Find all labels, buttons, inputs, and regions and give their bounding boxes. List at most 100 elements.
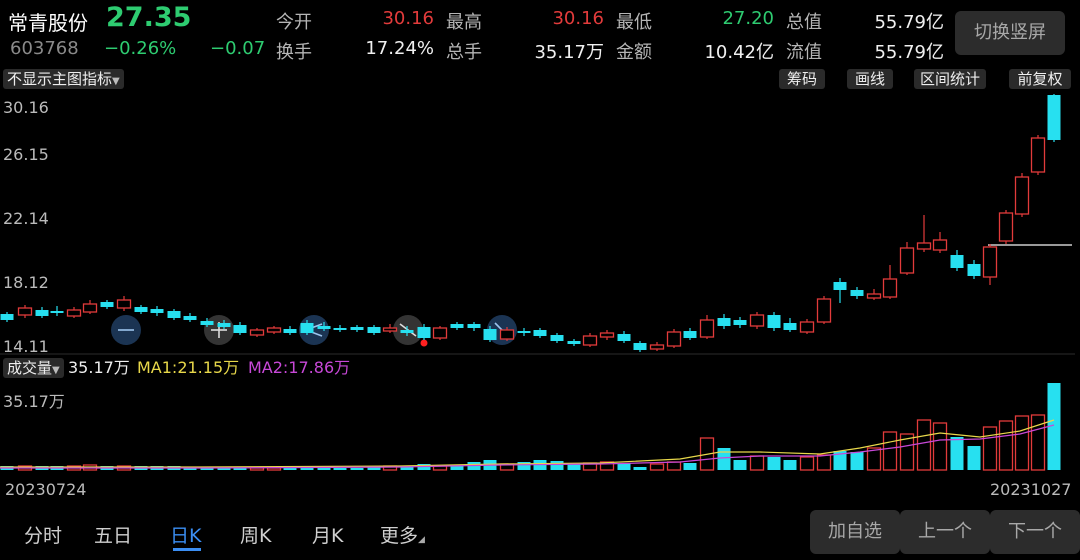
candle-body (899, 247, 915, 274)
kline-chart[interactable] (0, 0, 1080, 480)
volume-bar (1014, 415, 1030, 471)
candle-body (432, 327, 448, 339)
candle-body (367, 327, 381, 333)
previous-button[interactable]: 上一个 (900, 510, 990, 554)
candle-body (382, 327, 398, 332)
volume-ma1: MA1:21.15万 (137, 358, 240, 377)
candle-body (249, 329, 265, 336)
volume-bar (749, 455, 765, 471)
candle-body (283, 329, 297, 333)
candle-body (116, 299, 132, 309)
candle-body (666, 331, 682, 347)
marker-circle[interactable] (111, 315, 141, 345)
candle-body (183, 316, 197, 320)
candle-body (950, 255, 964, 268)
tab-five-day[interactable]: 五日 (94, 521, 132, 548)
candle-body (1014, 176, 1030, 215)
volume-bar (998, 420, 1014, 471)
candle-body (17, 307, 33, 316)
candle-body (400, 330, 414, 333)
corner-arrow-icon: ◢ (418, 535, 425, 545)
candle-body (134, 307, 148, 312)
candle-body (1030, 137, 1046, 173)
candle-body (633, 343, 647, 350)
candle-body (699, 319, 715, 338)
candle-body (717, 318, 731, 326)
volume-bar (333, 468, 347, 470)
candle-body (1047, 95, 1061, 140)
end-date: 20231027 (990, 480, 1072, 499)
add-watchlist-button[interactable]: 加自选 (810, 510, 900, 554)
candle-body (932, 239, 948, 251)
volume-bar (666, 461, 682, 471)
volume-bar (649, 463, 665, 471)
volume-bar (816, 454, 832, 471)
candle-body (683, 331, 697, 338)
candle-body (317, 326, 331, 329)
candle-body (767, 315, 781, 328)
candle-body (866, 293, 882, 299)
candle-body (749, 314, 765, 327)
candle-body (916, 242, 932, 250)
volume-bar (932, 422, 948, 471)
candle-body (200, 321, 214, 325)
candle-body (217, 323, 231, 327)
volume-bar (950, 437, 964, 470)
candle-body (799, 321, 815, 333)
volume-indicator-select[interactable]: 成交量▼ (3, 358, 64, 378)
candle-body (167, 311, 181, 318)
next-button[interactable]: 下一个 (990, 510, 1080, 554)
volume-bar (783, 460, 797, 470)
volume-bar (283, 468, 297, 470)
candle-body (35, 310, 49, 316)
volume-bar (882, 431, 898, 471)
candle-body (599, 332, 615, 338)
candle-body (567, 341, 581, 344)
tab-intraday[interactable]: 分时 (24, 521, 62, 548)
volume-indicator-label: 成交量 (7, 359, 53, 377)
tab-daily-k[interactable]: 日K (170, 521, 201, 548)
candle-body (450, 324, 464, 328)
candle-body (0, 314, 14, 320)
tab-more-label: 更多 (380, 525, 419, 547)
candle-body (733, 320, 747, 325)
candle-body (967, 264, 981, 276)
candle-body (300, 323, 314, 333)
tab-weekly-k[interactable]: 周K (240, 521, 271, 548)
candle-body (233, 325, 247, 333)
volume-bar (916, 419, 932, 471)
event-dot (420, 339, 428, 347)
candle-body (617, 334, 631, 341)
candle-body (483, 329, 497, 340)
candle-body (882, 278, 898, 298)
volume-current: 35.17万 (68, 358, 130, 377)
marker-circle[interactable] (204, 315, 234, 345)
candle-body (417, 327, 431, 338)
active-tab-indicator (173, 548, 201, 551)
volume-bar (733, 460, 747, 470)
candle-body (998, 212, 1014, 242)
dropdown-arrow-icon: ▼ (52, 365, 60, 376)
volume-bar (266, 467, 282, 471)
candle-body (517, 331, 531, 333)
volume-bar (982, 426, 998, 471)
volume-bar (683, 463, 697, 470)
volume-bar (767, 457, 781, 470)
volume-bar (550, 461, 564, 470)
tab-more[interactable]: 更多◢ (380, 521, 425, 548)
volume-bar (850, 452, 864, 470)
tab-monthly-k[interactable]: 月K (312, 521, 343, 548)
candle-body (649, 344, 665, 350)
candle-body (499, 329, 515, 340)
volume-bar (717, 448, 731, 470)
volume-bar (967, 446, 981, 470)
candle-body (66, 309, 82, 317)
candle-body (150, 309, 164, 313)
volume-max-label: 35.17万 (3, 392, 65, 411)
volume-bar (799, 456, 815, 471)
candle-body (350, 327, 364, 330)
candle-body (467, 324, 481, 328)
volume-bar (350, 468, 364, 470)
start-date: 20230724 (5, 480, 87, 499)
volume-ma2: MA2:17.86万 (248, 358, 351, 377)
